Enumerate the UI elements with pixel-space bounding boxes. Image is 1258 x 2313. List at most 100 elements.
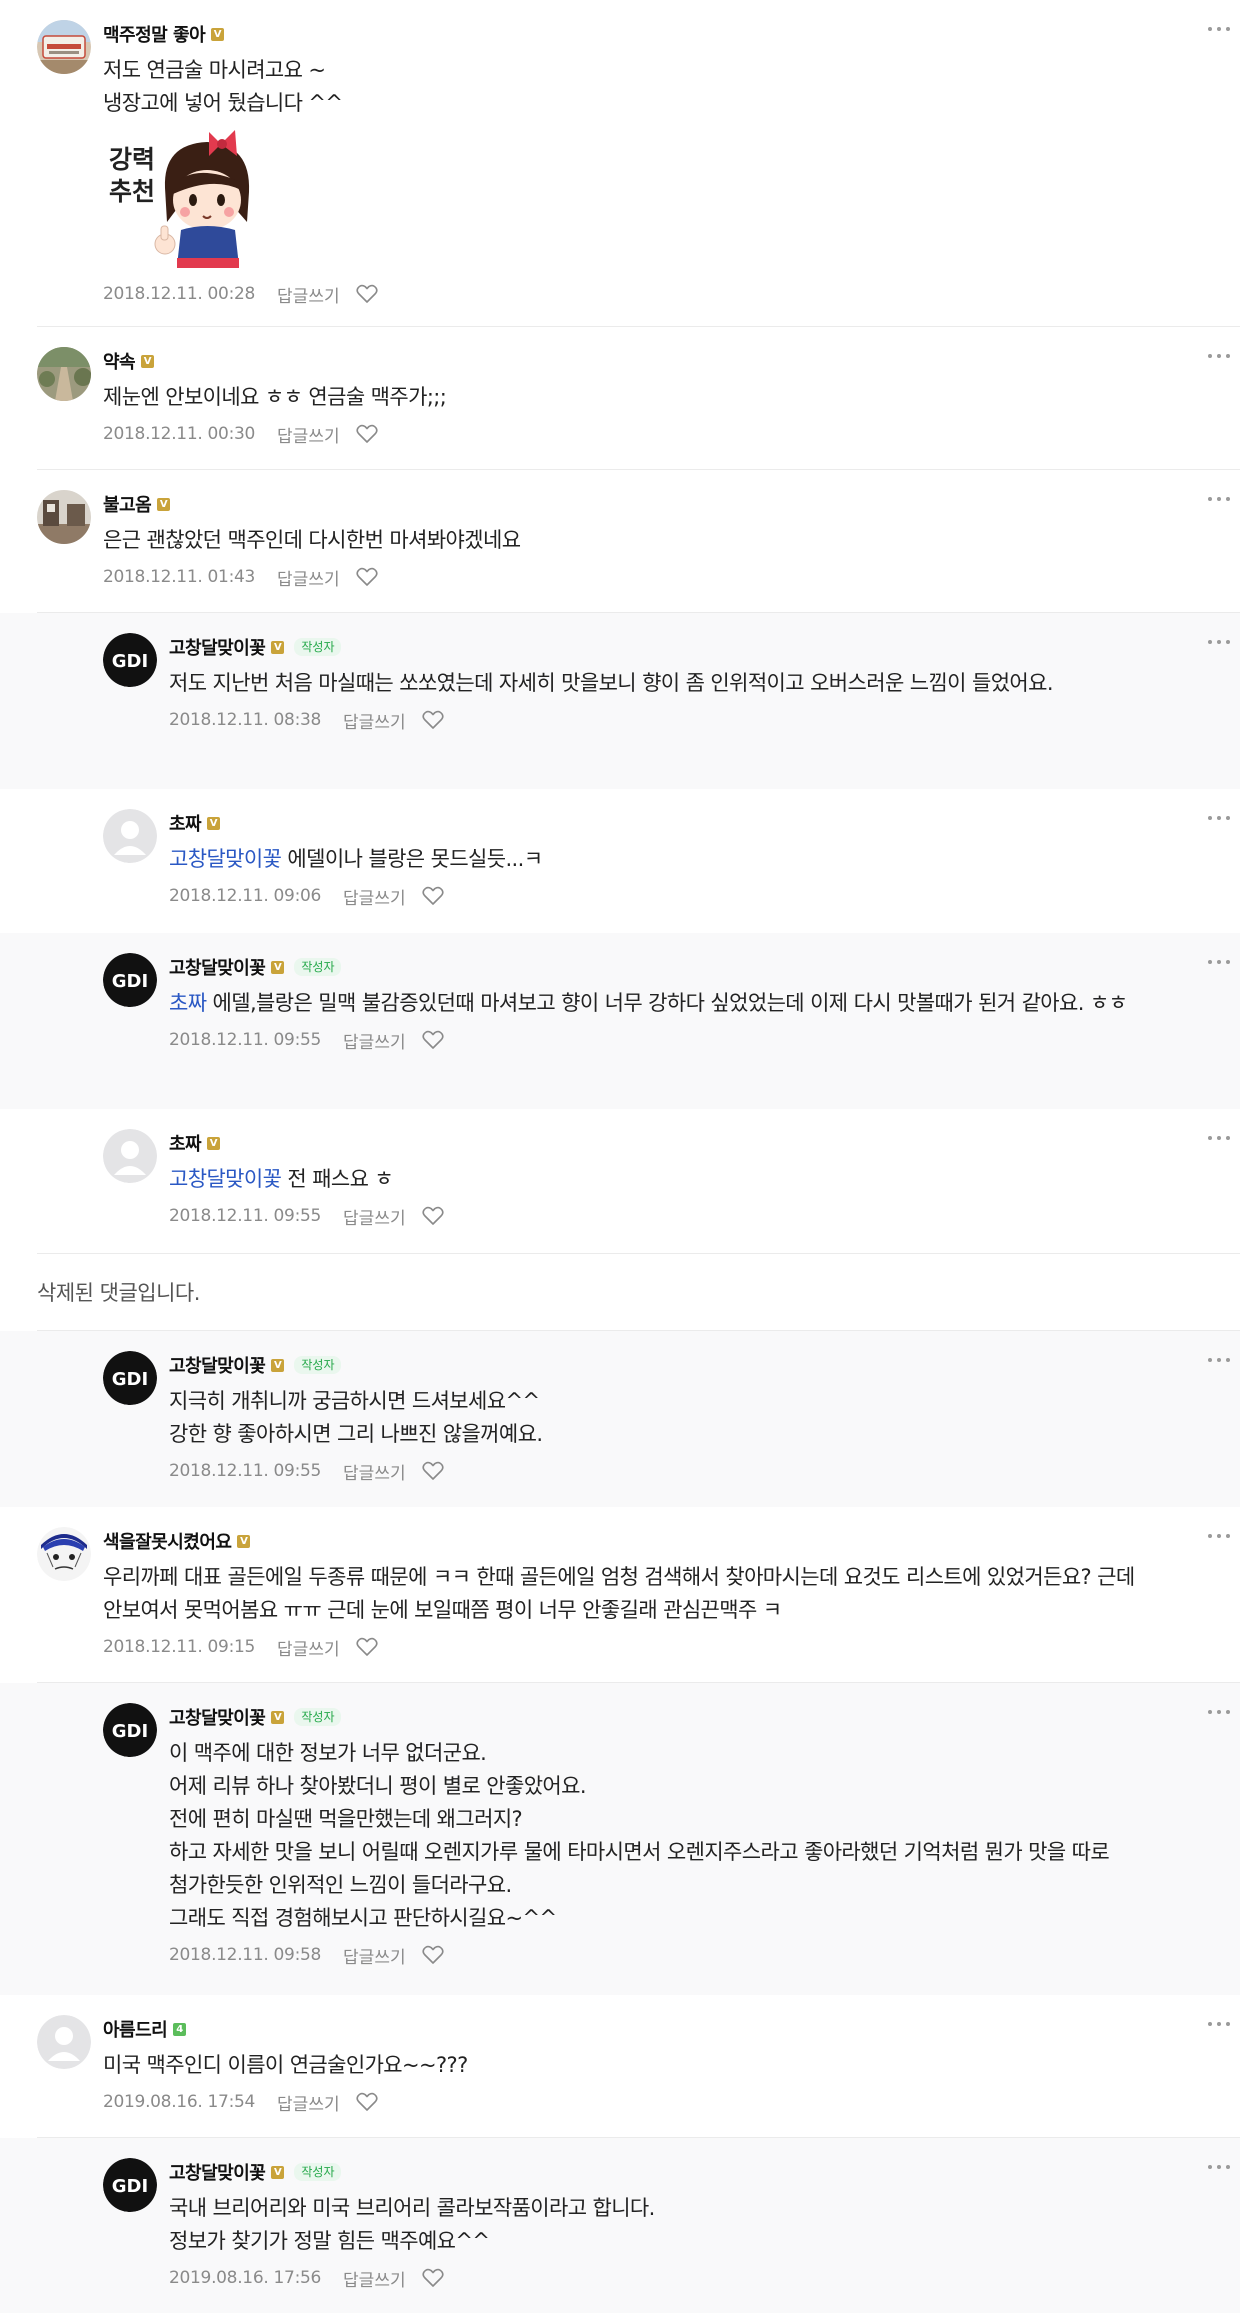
- member-grade-badge: V: [271, 2165, 285, 2179]
- heart-icon[interactable]: [356, 2092, 378, 2112]
- reply-button[interactable]: 답글쓰기: [277, 2090, 340, 2115]
- heart-icon[interactable]: [356, 284, 378, 304]
- heart-icon[interactable]: [422, 710, 444, 730]
- member-grade-badge: V: [157, 497, 171, 511]
- nickname[interactable]: 고창달맞이꽃: [169, 2159, 266, 2185]
- avatar[interactable]: GDI: [103, 953, 157, 1007]
- more-icon[interactable]: [1206, 492, 1232, 506]
- nickname[interactable]: 초짜: [169, 1130, 202, 1156]
- avatar[interactable]: [103, 1129, 157, 1183]
- nickname[interactable]: 고창달맞이꽃: [169, 1704, 266, 1730]
- comment-text-body: 에델,블랑은 밀맥 불감증있던때 마셔보고 향이 너무 강하다 싶었었는데 이제…: [206, 991, 1128, 1015]
- nickname[interactable]: 색을잘못시켰어요: [103, 1528, 232, 1554]
- reply-button[interactable]: 답글쓰기: [277, 565, 340, 590]
- reply-button[interactable]: 답글쓰기: [343, 2266, 406, 2291]
- reply-button[interactable]: 답글쓰기: [343, 884, 406, 909]
- member-grade-badge: V: [207, 816, 221, 830]
- reply-button[interactable]: 답글쓰기: [343, 1028, 406, 1053]
- nickname[interactable]: 맥주정말 좋아: [103, 21, 206, 47]
- reply-button[interactable]: 답글쓰기: [277, 422, 340, 447]
- mention-link[interactable]: 고창달맞이꽃: [169, 847, 282, 871]
- comment-date: 2019.08.16. 17:56: [169, 2268, 322, 2288]
- avatar[interactable]: [37, 490, 91, 544]
- comment-item: 색을잘못시켰어요 V 우리까페 대표 골든에일 두종류 때문에 ㅋㅋ 한때 골든…: [0, 1507, 1240, 1683]
- reply-button[interactable]: 답글쓰기: [277, 1635, 340, 1660]
- member-grade-badge: V: [237, 1534, 251, 1548]
- comment-text: 고창달맞이꽃 에델이나 블랑은 못드실듯...ㅋ: [169, 843, 1180, 876]
- nickname[interactable]: 고창달맞이꽃: [169, 1352, 266, 1378]
- member-grade-badge: 4: [173, 2022, 187, 2036]
- reply-item: GDI 고창달맞이꽃 V 작성자 초짜 에델,블랑은 밀맥 불감증있던때 마셔보…: [0, 933, 1240, 1109]
- avatar[interactable]: GDI: [103, 1351, 157, 1405]
- member-grade-badge: V: [271, 640, 285, 654]
- member-grade-badge: V: [271, 1358, 285, 1372]
- mention-link[interactable]: 초짜: [169, 991, 207, 1015]
- heart-icon[interactable]: [422, 1945, 444, 1965]
- comment-date: 2018.12.11. 09:55: [169, 1461, 322, 1481]
- more-icon[interactable]: [1206, 2160, 1232, 2174]
- comment-date: 2018.12.11. 00:30: [103, 424, 256, 444]
- avatar[interactable]: [37, 1527, 91, 1581]
- nickname[interactable]: 약속: [103, 348, 136, 374]
- heart-icon[interactable]: [356, 567, 378, 587]
- more-icon[interactable]: [1206, 635, 1232, 649]
- comment-text: 초짜 에델,블랑은 밀맥 불감증있던때 마셔보고 향이 너무 강하다 싶었었는데…: [169, 987, 1180, 1020]
- reply-button[interactable]: 답글쓰기: [343, 708, 406, 733]
- comment-text: 고창달맞이꽃 전 패스요 ㅎ: [169, 1163, 1180, 1196]
- heart-icon[interactable]: [422, 1206, 444, 1226]
- comment-date: 2019.08.16. 17:54: [103, 2092, 256, 2112]
- author-badge: 작성자: [294, 2163, 342, 2181]
- comment-date: 2018.12.11. 09:15: [103, 1637, 256, 1657]
- comment-date: 2018.12.11. 09:55: [169, 1030, 322, 1050]
- avatar[interactable]: GDI: [103, 1703, 157, 1757]
- reply-item: GDI 고창달맞이꽃 V 작성자 저도 지난번 처음 마실때는 쏘쏘였는데 자세…: [0, 613, 1240, 789]
- divider: [37, 1253, 1240, 1254]
- avatar[interactable]: [37, 2015, 91, 2069]
- comment-text-body: 에델이나 블랑은 못드실듯...ㅋ: [281, 847, 543, 871]
- heart-icon[interactable]: [356, 424, 378, 444]
- comment-date: 2018.12.11. 01:43: [103, 567, 256, 587]
- comment-item: 아름드리 4 미국 맥주인디 이름이 연금술인가요~~??? 2019.08.1…: [0, 1995, 1240, 2138]
- heart-icon[interactable]: [422, 2268, 444, 2288]
- author-badge: 작성자: [294, 1356, 342, 1374]
- more-icon[interactable]: [1206, 2017, 1232, 2031]
- reply-button[interactable]: 답글쓰기: [343, 1204, 406, 1229]
- avatar[interactable]: GDI: [103, 2158, 157, 2212]
- more-icon[interactable]: [1206, 811, 1232, 825]
- mention-link[interactable]: 고창달맞이꽃: [169, 1167, 282, 1191]
- nickname[interactable]: 아름드리: [103, 2016, 168, 2042]
- comment-date: 2018.12.11. 09:06: [169, 886, 322, 906]
- more-icon[interactable]: [1206, 955, 1232, 969]
- more-icon[interactable]: [1206, 1131, 1232, 1145]
- more-icon[interactable]: [1206, 1529, 1232, 1543]
- heart-icon[interactable]: [422, 1461, 444, 1481]
- nickname[interactable]: 고창달맞이꽃: [169, 634, 266, 660]
- nickname[interactable]: 불고옴: [103, 491, 152, 517]
- avatar[interactable]: [37, 347, 91, 401]
- nickname[interactable]: 초짜: [169, 810, 202, 836]
- reply-button[interactable]: 답글쓰기: [343, 1459, 406, 1484]
- heart-icon[interactable]: [356, 1637, 378, 1657]
- more-icon[interactable]: [1206, 22, 1232, 36]
- svg-text:GDI: GDI: [112, 2176, 148, 2197]
- reply-item: GDI 고창달맞이꽃 V 작성자 지극히 개취니까 궁금하시면 드셔보세요^^ …: [0, 1331, 1240, 1507]
- comment-date: 2018.12.11. 09:58: [169, 1945, 322, 1965]
- nickname[interactable]: 고창달맞이꽃: [169, 954, 266, 980]
- author-badge: 작성자: [294, 638, 342, 656]
- more-icon[interactable]: [1206, 1353, 1232, 1367]
- comment-item: 불고옴 V 은근 괜찮았던 맥주인데 다시한번 마셔봐야겠네요 2018.12.…: [0, 470, 1240, 613]
- avatar[interactable]: GDI: [103, 633, 157, 687]
- avatar[interactable]: [37, 20, 91, 74]
- more-icon[interactable]: [1206, 349, 1232, 363]
- heart-icon[interactable]: [422, 886, 444, 906]
- reply-item: GDI 고창달맞이꽃 V 작성자 이 맥주에 대한 정보가 너무 없더군요. 어…: [0, 1683, 1240, 1995]
- reply-button[interactable]: 답글쓰기: [343, 1943, 406, 1968]
- sticker-text-line2: 추천: [109, 177, 155, 206]
- comment-text: 우리까페 대표 골든에일 두종류 때문에 ㅋㅋ 한때 골든에일 엄청 검색해서 …: [103, 1565, 1141, 1622]
- heart-icon[interactable]: [422, 1030, 444, 1050]
- comment-list: 맥주정말 좋아 V 저도 연금술 마시려고요 ~ 냉장고에 넣어 뒀습니다 ^^…: [0, 0, 1258, 2313]
- more-icon[interactable]: [1206, 1705, 1232, 1719]
- avatar[interactable]: [103, 809, 157, 863]
- reply-button[interactable]: 답글쓰기: [277, 282, 340, 307]
- comment-item: 약속 V 제눈엔 안보이네요 ㅎㅎ 연금술 맥주가;;; 2018.12.11.…: [0, 327, 1240, 470]
